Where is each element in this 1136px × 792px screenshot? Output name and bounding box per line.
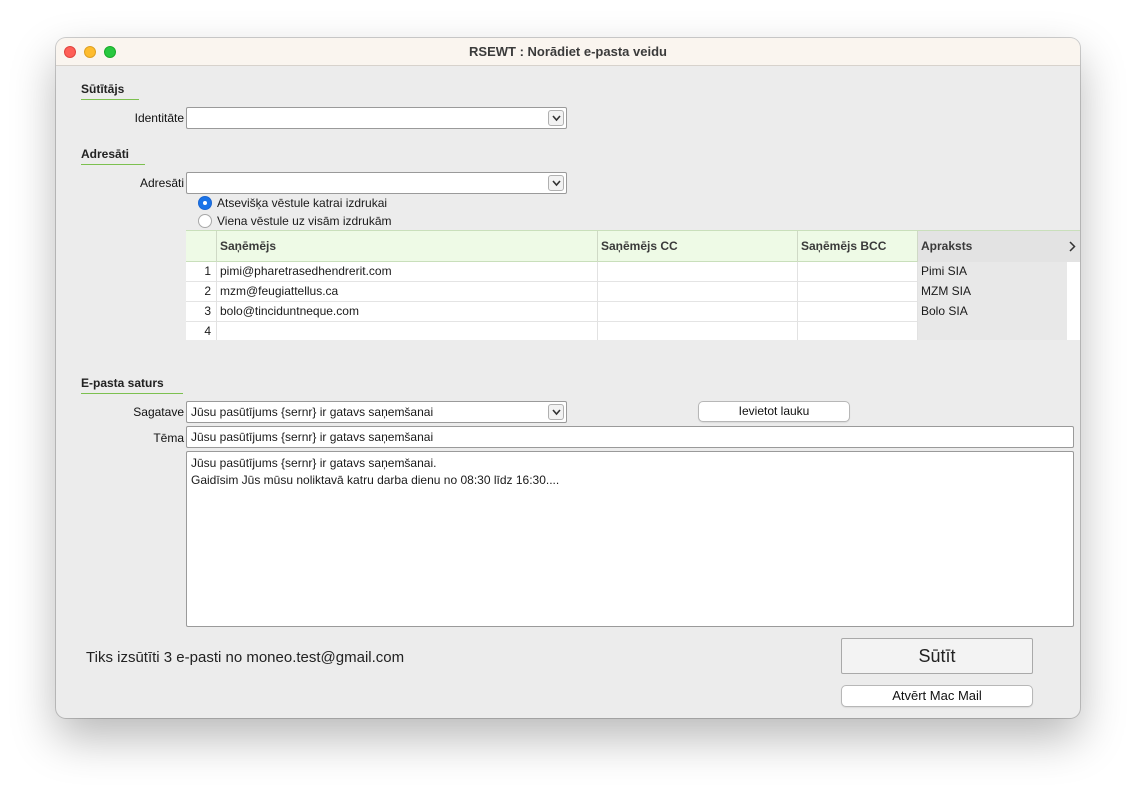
radio-single-letter[interactable]: Viena vēstule uz visām izdrukām — [198, 214, 392, 228]
section-email-content: E-pasta saturs — [81, 376, 183, 394]
section-sender: Sūtītājs — [81, 82, 139, 100]
radio-label: Atsevišķa vēstule katrai izdrukai — [217, 196, 388, 210]
recipients-table: Saņēmējs Saņēmējs CC Saņēmējs BCC Apraks… — [186, 230, 1080, 340]
table-header: Saņēmējs Saņēmējs CC Saņēmējs BCC Apraks… — [186, 230, 1080, 262]
template-label: Sagatave — [133, 405, 184, 419]
insert-field-button[interactable]: Ievietot lauku — [698, 401, 850, 422]
recipients-select[interactable] — [186, 172, 567, 194]
section-recipients: Adresāti — [81, 147, 145, 165]
table-row[interactable]: 4 — [186, 322, 1067, 340]
identity-label: Identitāte — [134, 111, 184, 125]
chevron-down-icon[interactable] — [548, 404, 564, 420]
radio-button[interactable] — [198, 214, 212, 228]
row-number: 1 — [204, 264, 211, 278]
cell-bcc[interactable] — [797, 262, 917, 282]
recipients-label: Adresāti — [139, 176, 184, 190]
chevron-right-icon[interactable] — [1069, 240, 1076, 255]
subject-label: Tēma — [153, 431, 184, 445]
row-number: 3 — [204, 304, 211, 318]
column-header-recipient[interactable]: Saņēmējs — [216, 231, 598, 262]
template-value: Jūsu pasūtījums {sernr} ir gatavs saņemš… — [191, 405, 434, 419]
cell-cc[interactable] — [597, 282, 797, 302]
radio-button-selected[interactable] — [198, 196, 212, 210]
cell-description[interactable]: Bolo SIA — [917, 302, 1067, 322]
cell-bcc[interactable] — [797, 282, 917, 302]
open-mac-mail-button[interactable]: Atvērt Mac Mail — [841, 685, 1033, 707]
chevron-down-icon[interactable] — [548, 110, 564, 126]
cell-cc[interactable] — [597, 302, 797, 322]
window-title: RSEWT : Norādiet e-pasta veidu — [469, 44, 667, 59]
table-row[interactable]: 3 bolo@tinciduntneque.com Bolo SIA — [186, 302, 1067, 322]
body-line: Jūsu pasūtījums {sernr} ir gatavs saņemš… — [191, 456, 437, 470]
row-number: 2 — [204, 284, 211, 298]
dialog-window: RSEWT : Norādiet e-pasta veidu Sūtītājs … — [56, 38, 1080, 718]
column-header-cc[interactable]: Saņēmējs CC — [597, 231, 797, 262]
send-status-text: Tiks izsūtīti 3 e-pasti no moneo.test@gm… — [86, 649, 405, 666]
table-row[interactable]: 2 mzm@feugiattellus.ca MZM SIA — [186, 282, 1067, 302]
column-header-description[interactable]: Apraksts — [917, 231, 1080, 262]
cell-cc[interactable] — [597, 322, 797, 340]
column-header-bcc[interactable]: Saņēmējs BCC — [797, 231, 917, 262]
identity-select[interactable] — [186, 107, 567, 129]
cell-recipient[interactable] — [216, 322, 597, 340]
radio-label: Viena vēstule uz visām izdrukām — [217, 214, 392, 228]
cell-recipient[interactable]: bolo@tinciduntneque.com — [216, 302, 597, 322]
body-line: Gaidīsim Jūs mūsu noliktavā katru darba … — [191, 473, 560, 487]
radio-separate-letter[interactable]: Atsevišķa vēstule katrai izdrukai — [198, 196, 387, 210]
cell-bcc[interactable] — [797, 302, 917, 322]
cell-bcc[interactable] — [797, 322, 917, 340]
row-number: 4 — [204, 324, 211, 338]
cell-recipient[interactable]: pimi@pharetrasedhendrerit.com — [216, 262, 597, 282]
cell-description[interactable]: Pimi SIA — [917, 262, 1067, 282]
template-select[interactable]: Jūsu pasūtījums {sernr} ir gatavs saņemš… — [186, 401, 567, 423]
title-bar: RSEWT : Norādiet e-pasta veidu — [56, 38, 1080, 66]
chevron-down-icon[interactable] — [548, 175, 564, 191]
subject-input[interactable]: Jūsu pasūtījums {sernr} ir gatavs saņemš… — [186, 426, 1074, 448]
cell-description[interactable]: MZM SIA — [917, 282, 1067, 302]
email-body-textarea[interactable]: Jūsu pasūtījums {sernr} ir gatavs saņemš… — [186, 451, 1074, 627]
table-row[interactable]: 1 pimi@pharetrasedhendrerit.com Pimi SIA — [186, 262, 1067, 282]
cell-recipient[interactable]: mzm@feugiattellus.ca — [216, 282, 597, 302]
cell-cc[interactable] — [597, 262, 797, 282]
send-button[interactable]: Sūtīt — [841, 638, 1033, 674]
cell-description[interactable] — [917, 322, 1067, 340]
